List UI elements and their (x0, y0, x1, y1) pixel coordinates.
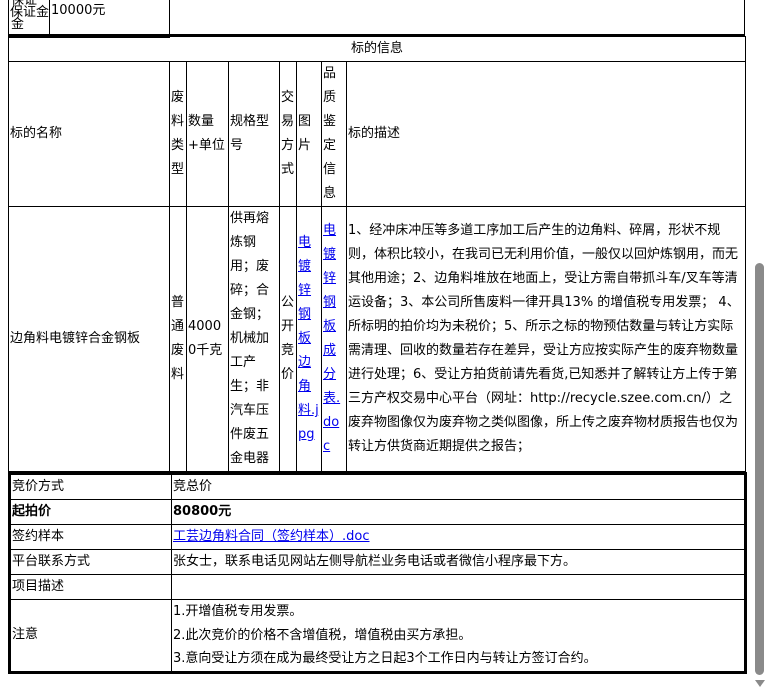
header-trade-method: 交易方式 (279, 61, 297, 207)
header-quality: 品质鉴定信息 (321, 61, 347, 207)
start-price-label: 起拍价 (10, 499, 172, 525)
note-item: 2.此次竞价的价格不含增值税，增值税由买方承担。 (173, 627, 472, 643)
contract-link[interactable]: 工芸边角料合同（签约样本）.doc (173, 529, 370, 544)
contact-value: 张女士，联系电话见网站左侧导航栏业务电话或者微信小程序最下方。 (171, 549, 745, 575)
contact-label: 平台联系方式 (10, 549, 172, 575)
start-price-value: 80800元 (171, 499, 745, 525)
note-item: 1.开增值税专用发票。 (173, 604, 303, 619)
scroll-down-arrow-icon[interactable] (755, 680, 765, 687)
item-description: 1、经冲床冲压等多道工序加工后产生的边角料、碎屑，形状不规则，体积比较小，在我司… (345, 206, 747, 472)
details-table: 竞价方式 竞总价 起拍价 80800元 签约样本 工芸边角料合同（签约样本）.doc … (8, 472, 747, 674)
header-quantity: 数量+单位 (186, 61, 229, 207)
item-quantity: 40000千克 (186, 206, 229, 472)
section-title: 标的信息 (7, 36, 747, 62)
table-row: 边角料电镀锌合金钢板 普通废料 40000千克 供再熔炼钢用；废碎；合金钢；机械… (8, 206, 747, 472)
deposit-row: 保证金 10000元 (8, 0, 745, 36)
scrollbar-thumb[interactable] (755, 263, 764, 675)
bid-method-label: 竞价方式 (10, 474, 172, 500)
note-item: 3.意向受让方须在成为最终受让方之日起3个工作日内与转让方签订合约。 (173, 651, 597, 666)
item-waste-type: 普通废料 (169, 206, 187, 472)
quality-report-link[interactable]: 电镀锌钢板成分表.doc (323, 223, 340, 454)
vertical-scrollbar[interactable] (752, 0, 767, 693)
image-link[interactable]: 电镀锌钢板边角料.jpg (298, 235, 319, 442)
header-image: 图片 (296, 61, 322, 207)
item-trade-method: 公开竞价 (279, 206, 297, 472)
deposit-value-text: 10000元 (51, 3, 106, 18)
project-label: 项目描述 (10, 574, 172, 600)
lot-table: 标的信息 标的名称 废料类型 数量+单位 规格型号 交易方式 图片 品质鉴定信息… (7, 36, 747, 472)
deposit-label-text: 保证金 (11, 0, 38, 32)
notes-label: 注意 (10, 599, 172, 672)
bid-method-value: 竞总价 (171, 474, 745, 500)
item-name: 边角料电镀锌合金钢板 (8, 206, 170, 472)
header-spec: 规格型号 (228, 61, 280, 207)
header-waste-type: 废料类型 (169, 61, 187, 207)
item-spec: 供再熔炼钢用；废碎；合金钢；机械加工产生；非汽车压件废五金电器 (228, 206, 280, 472)
header-description: 标的描述 (345, 61, 747, 207)
project-value (171, 574, 745, 600)
header-name: 标的名称 (8, 61, 170, 207)
contract-label: 签约样本 (10, 524, 172, 550)
